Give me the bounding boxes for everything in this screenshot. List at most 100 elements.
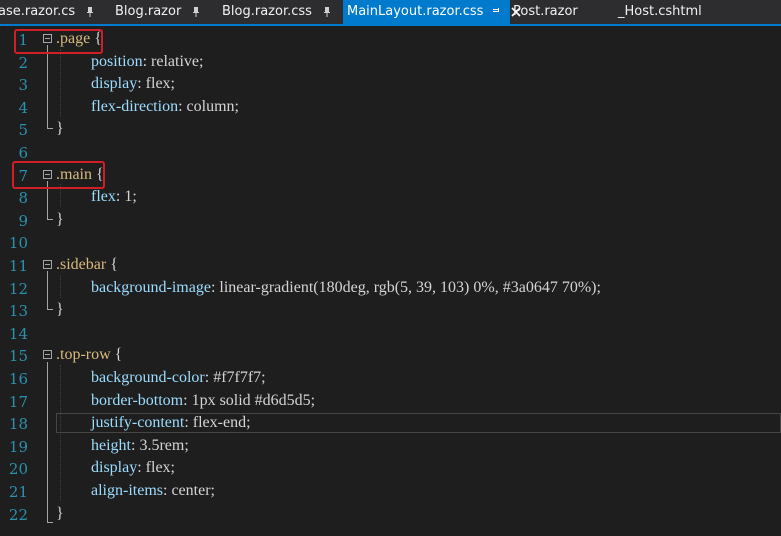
css-property: display [91, 75, 138, 93]
css-property: background-image [91, 278, 211, 296]
css-selector: .sidebar [56, 256, 107, 273]
css-value: #f7f7f7; [213, 369, 266, 386]
code-line: 17 border-bottom: 1px solid #d6d5d5; [0, 390, 781, 413]
css-property: border-bottom [91, 391, 184, 409]
closing-brace: } [56, 504, 64, 522]
css-value: flex-end; [192, 414, 251, 432]
line-number: 21 [8, 483, 28, 501]
line-number: 12 [8, 279, 28, 298]
tab-post-razor[interactable]: Post.razor [509, 0, 578, 24]
tab-label: ase.razor.cs [0, 4, 76, 19]
highlight-box-main [12, 161, 105, 189]
code-text: .sidebar { [56, 256, 118, 273]
tab-blog-razor[interactable]: Blog.razor [111, 0, 201, 24]
closing-brace: } [56, 210, 64, 228]
tab-label: Post.razor [513, 4, 578, 19]
css-value: linear-gradient(180deg, rgb(5, 39, 103) … [219, 278, 601, 296]
code-text: flex-direction: column; [91, 97, 239, 115]
closing-brace: } [56, 120, 64, 138]
css-property: background-color [91, 369, 205, 386]
css-value: 1; [124, 188, 137, 206]
code-line: 18 justify-content: flex-end; [0, 412, 781, 435]
line-number: 18 [8, 415, 28, 434]
line-number: 4 [18, 98, 28, 117]
tab-label: Blog.razor [115, 4, 182, 19]
css-property: flex [91, 188, 116, 206]
collapse-icon[interactable] [43, 350, 52, 360]
css-property: justify-content [91, 414, 185, 432]
code-text: align-items: center; [91, 482, 215, 499]
code-line: 4 flex-direction: column; [0, 96, 781, 119]
code-line: 3 display: flex; [0, 73, 781, 96]
tab-label: Blog.razor.css [222, 4, 312, 19]
line-number: 2 [18, 53, 28, 72]
line-number: 6 [18, 144, 28, 162]
code-line: 21 align-items: center; [0, 480, 781, 503]
line-number: 5 [18, 121, 28, 140]
closing-brace: } [56, 301, 64, 319]
tab-label: MainLayout.razor.css [347, 4, 484, 19]
line-number: 13 [8, 302, 28, 321]
line-number: 22 [8, 505, 28, 524]
tab-host-cshtml[interactable]: _Host.cshtml [614, 0, 702, 24]
code-line: 12 background-image: linear-gradient(180… [0, 277, 781, 300]
css-value: flex; [145, 459, 175, 477]
code-line: 15 .top-row { [0, 344, 781, 367]
css-value: flex; [145, 75, 175, 93]
pin-icon[interactable] [85, 6, 95, 18]
code-line: 19 height: 3.5rem; [0, 435, 781, 458]
code-line: 7 .main { [0, 164, 781, 187]
code-text: .top-row { [56, 346, 123, 364]
code-text: position: relative; [91, 52, 204, 70]
code-editor[interactable]: 1 .page { 2 position: relative; 3 displa… [0, 26, 781, 536]
code-text: background-image: linear-gradient(180deg… [91, 278, 601, 296]
line-number: 11 [8, 257, 28, 275]
code-line: 14 [0, 322, 781, 345]
css-property: align-items [91, 482, 163, 499]
pin-icon[interactable] [191, 6, 201, 18]
line-number: 10 [8, 234, 28, 253]
css-value: column; [186, 97, 239, 115]
pin-icon[interactable] [492, 6, 502, 18]
tab-mainlayout-razor-css[interactable]: MainLayout.razor.css [343, 0, 522, 24]
line-number: 3 [18, 76, 28, 95]
css-value: relative; [151, 52, 204, 70]
css-property: position [91, 52, 143, 70]
code-text: display: flex; [91, 459, 175, 477]
code-line: 5 } [0, 118, 781, 141]
code-text: flex: 1; [91, 188, 137, 206]
code-line: 13 } [0, 299, 781, 322]
css-value: 1px solid #d6d5d5; [191, 391, 316, 409]
highlight-box-page [14, 29, 103, 54]
collapse-icon[interactable] [43, 260, 52, 269]
css-property: display [91, 459, 138, 477]
code-text: justify-content: flex-end; [91, 414, 251, 432]
code-text: display: flex; [91, 75, 175, 93]
code-line: 11 .sidebar { [0, 254, 781, 277]
line-number: 8 [18, 189, 28, 208]
line-number: 14 [8, 324, 28, 343]
pin-icon[interactable] [322, 6, 332, 18]
css-value: 3.5rem; [139, 436, 189, 454]
document-tab-strip: ase.razor.cs Blog.razor Blog.razor.css M… [0, 0, 781, 26]
code-text: height: 3.5rem; [91, 436, 189, 454]
tab-blog-razor-css[interactable]: Blog.razor.css [218, 0, 332, 24]
code-line: 9 } [0, 209, 781, 232]
code-line: 1 .page { [0, 28, 781, 51]
css-property: flex-direction [91, 97, 179, 115]
css-selector: .top-row [56, 346, 111, 364]
code-line: 6 [0, 141, 781, 164]
code-line: 8 flex: 1; [0, 186, 781, 209]
code-line: 2 position: relative; [0, 51, 781, 74]
code-line: 10 [0, 231, 781, 254]
code-line: 22 } [0, 503, 781, 526]
line-number: 15 [8, 347, 28, 366]
css-value: center; [171, 482, 215, 499]
code-line: 20 display: flex; [0, 457, 781, 480]
line-number: 16 [8, 370, 28, 388]
code-text: background-color: #f7f7f7; [91, 369, 266, 386]
css-property: height [91, 436, 131, 454]
code-text: border-bottom: 1px solid #d6d5d5; [91, 391, 316, 409]
line-number: 20 [8, 460, 28, 479]
tab-base-razor-cs[interactable]: ase.razor.cs [0, 0, 95, 24]
